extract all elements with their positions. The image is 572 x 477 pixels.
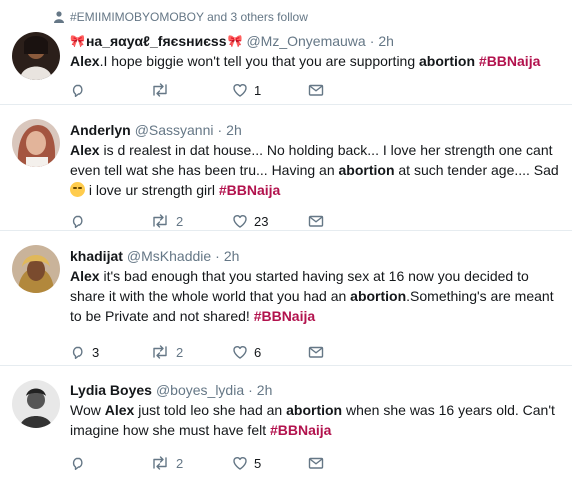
- tweet[interactable]: khadijat @MsKhaddie · 2h Alex it's bad e…: [0, 231, 572, 366]
- social-context-text: #EMIIMIMOBYOMOBOY and 3 others follow: [70, 10, 308, 24]
- envelope-icon: [308, 215, 324, 227]
- text-segment: at such tender age.... Sad: [394, 162, 559, 178]
- person-icon: [54, 11, 64, 23]
- tweet[interactable]: Lydia Boyes @boyes_lydia · 2h Wow Alex j…: [0, 366, 572, 477]
- hashtag-link[interactable]: #BBNaija: [219, 182, 280, 198]
- retweet-icon: [153, 83, 167, 97]
- tweet-text: Alex it's bad enough that you started ha…: [70, 266, 564, 326]
- retweet-icon: [153, 456, 167, 470]
- tweet-actions: 3 2 6: [70, 343, 550, 361]
- reply-button[interactable]: [70, 82, 92, 98]
- tweet-actions: 2 23: [70, 212, 550, 230]
- author-handle[interactable]: @boyes_lydia: [156, 381, 244, 399]
- direct-message-button[interactable]: [308, 455, 324, 471]
- author-handle[interactable]: @MsKhaddie: [127, 247, 211, 265]
- text-segment: .I hope biggie won't tell you that you a…: [99, 53, 420, 69]
- tweet-header: Anderlyn @Sassyanni · 2h: [70, 121, 564, 139]
- hashtag-link[interactable]: #BBNaija: [254, 308, 315, 324]
- hashtag-link[interactable]: #BBNaija: [270, 422, 331, 438]
- text-segment: just told leo she had an: [134, 402, 287, 418]
- heart-icon: [233, 457, 247, 470]
- avatar[interactable]: [12, 32, 60, 80]
- separator: ·: [217, 122, 223, 138]
- tweet[interactable]: 🎀 на_яαуαℓ_fяєѕниєѕѕ 🎀 @Mz_Onyemauwa · 2…: [0, 28, 572, 105]
- timestamp[interactable]: 2h: [378, 32, 394, 50]
- like-count: 5: [254, 455, 262, 471]
- tweet-header: Lydia Boyes @boyes_lydia · 2h: [70, 381, 564, 399]
- tweet[interactable]: Anderlyn @Sassyanni · 2h Alex is d reale…: [0, 105, 572, 231]
- like-button[interactable]: 6: [232, 344, 261, 360]
- tweet-header: khadijat @MsKhaddie · 2h: [70, 247, 564, 265]
- reply-count: 3: [92, 344, 100, 360]
- social-context[interactable]: #EMIIMIMOBYOMOBOY and 3 others follow: [54, 9, 308, 25]
- highlighted-term: abortion: [286, 402, 343, 418]
- like-count: 6: [254, 344, 262, 360]
- ribbon-icon: 🎀: [227, 34, 243, 48]
- like-button[interactable]: 5: [232, 455, 261, 471]
- author-name[interactable]: Anderlyn: [70, 121, 131, 139]
- retweet-count: 2: [176, 344, 184, 360]
- heart-icon: [233, 84, 247, 97]
- heart-icon: [233, 215, 247, 228]
- direct-message-button[interactable]: [308, 213, 324, 229]
- reply-button[interactable]: [70, 213, 92, 229]
- highlighted-term: Alex: [70, 142, 100, 158]
- ribbon-icon: 🎀: [70, 34, 85, 48]
- tweet-text: Alex is d realest in dat house... No hol…: [70, 140, 564, 200]
- highlighted-term: abortion: [350, 288, 407, 304]
- heart-icon: [233, 346, 247, 359]
- text-segment: Wow: [70, 402, 105, 418]
- tweet-actions: 2 5: [70, 454, 550, 472]
- separator: ·: [215, 248, 220, 264]
- timestamp[interactable]: 2h: [226, 121, 242, 139]
- tweet-text: Alex.I hope biggie won't tell you that y…: [70, 51, 564, 71]
- text-segment: i love ur strength girl: [85, 182, 219, 198]
- reply-button[interactable]: [70, 455, 92, 471]
- author-name[interactable]: khadijat: [70, 247, 123, 265]
- avatar[interactable]: [12, 119, 60, 167]
- reply-button[interactable]: 3: [70, 344, 99, 360]
- like-count: 23: [254, 213, 269, 229]
- direct-message-button[interactable]: [308, 344, 324, 360]
- separator: ·: [248, 382, 253, 398]
- like-count: 1: [254, 82, 262, 98]
- highlighted-term: abortion: [338, 162, 395, 178]
- retweet-button[interactable]: 2: [150, 344, 183, 360]
- highlighted-term: Alex: [70, 268, 100, 284]
- retweet-icon: [153, 214, 167, 228]
- retweet-button[interactable]: 2: [150, 455, 183, 471]
- retweet-button[interactable]: 2: [150, 213, 183, 229]
- reply-icon: [72, 215, 83, 228]
- like-button[interactable]: 1: [232, 82, 261, 98]
- highlighted-term: abortion: [419, 53, 476, 69]
- retweet-button[interactable]: [150, 82, 176, 98]
- timestamp[interactable]: 2h: [224, 247, 240, 265]
- retweet-count: 2: [176, 213, 184, 229]
- direct-message-button[interactable]: [308, 82, 324, 98]
- tweet-header: 🎀 на_яαуαℓ_fяєѕниєѕѕ 🎀 @Mz_Onyemauwa · 2…: [70, 32, 564, 50]
- relieved-face-icon: [70, 182, 85, 197]
- hashtag-link[interactable]: #BBNaija: [479, 53, 540, 69]
- reply-icon: [72, 346, 83, 359]
- separator: ·: [369, 33, 375, 49]
- retweet-icon: [153, 345, 167, 359]
- tweet-actions: 1: [70, 81, 550, 99]
- author-handle[interactable]: @Mz_Onyemauwa: [246, 32, 365, 50]
- like-button[interactable]: 23: [232, 213, 268, 229]
- retweet-count: 2: [176, 455, 184, 471]
- tweet-text: Wow Alex just told leo she had an aborti…: [70, 400, 564, 440]
- envelope-icon: [308, 457, 324, 469]
- highlighted-term: Alex: [104, 402, 135, 418]
- avatar[interactable]: [12, 245, 60, 293]
- author-handle[interactable]: @Sassyanni: [135, 121, 214, 139]
- highlighted-term: Alex: [70, 53, 100, 69]
- envelope-icon: [308, 84, 324, 96]
- reply-icon: [72, 457, 83, 470]
- reply-icon: [72, 84, 83, 97]
- author-name[interactable]: Lydia Boyes: [70, 381, 152, 399]
- avatar[interactable]: [12, 380, 60, 428]
- timestamp[interactable]: 2h: [257, 381, 273, 399]
- envelope-icon: [308, 346, 324, 358]
- author-name[interactable]: на_яαуαℓ_fяєѕниєѕѕ: [86, 32, 227, 50]
